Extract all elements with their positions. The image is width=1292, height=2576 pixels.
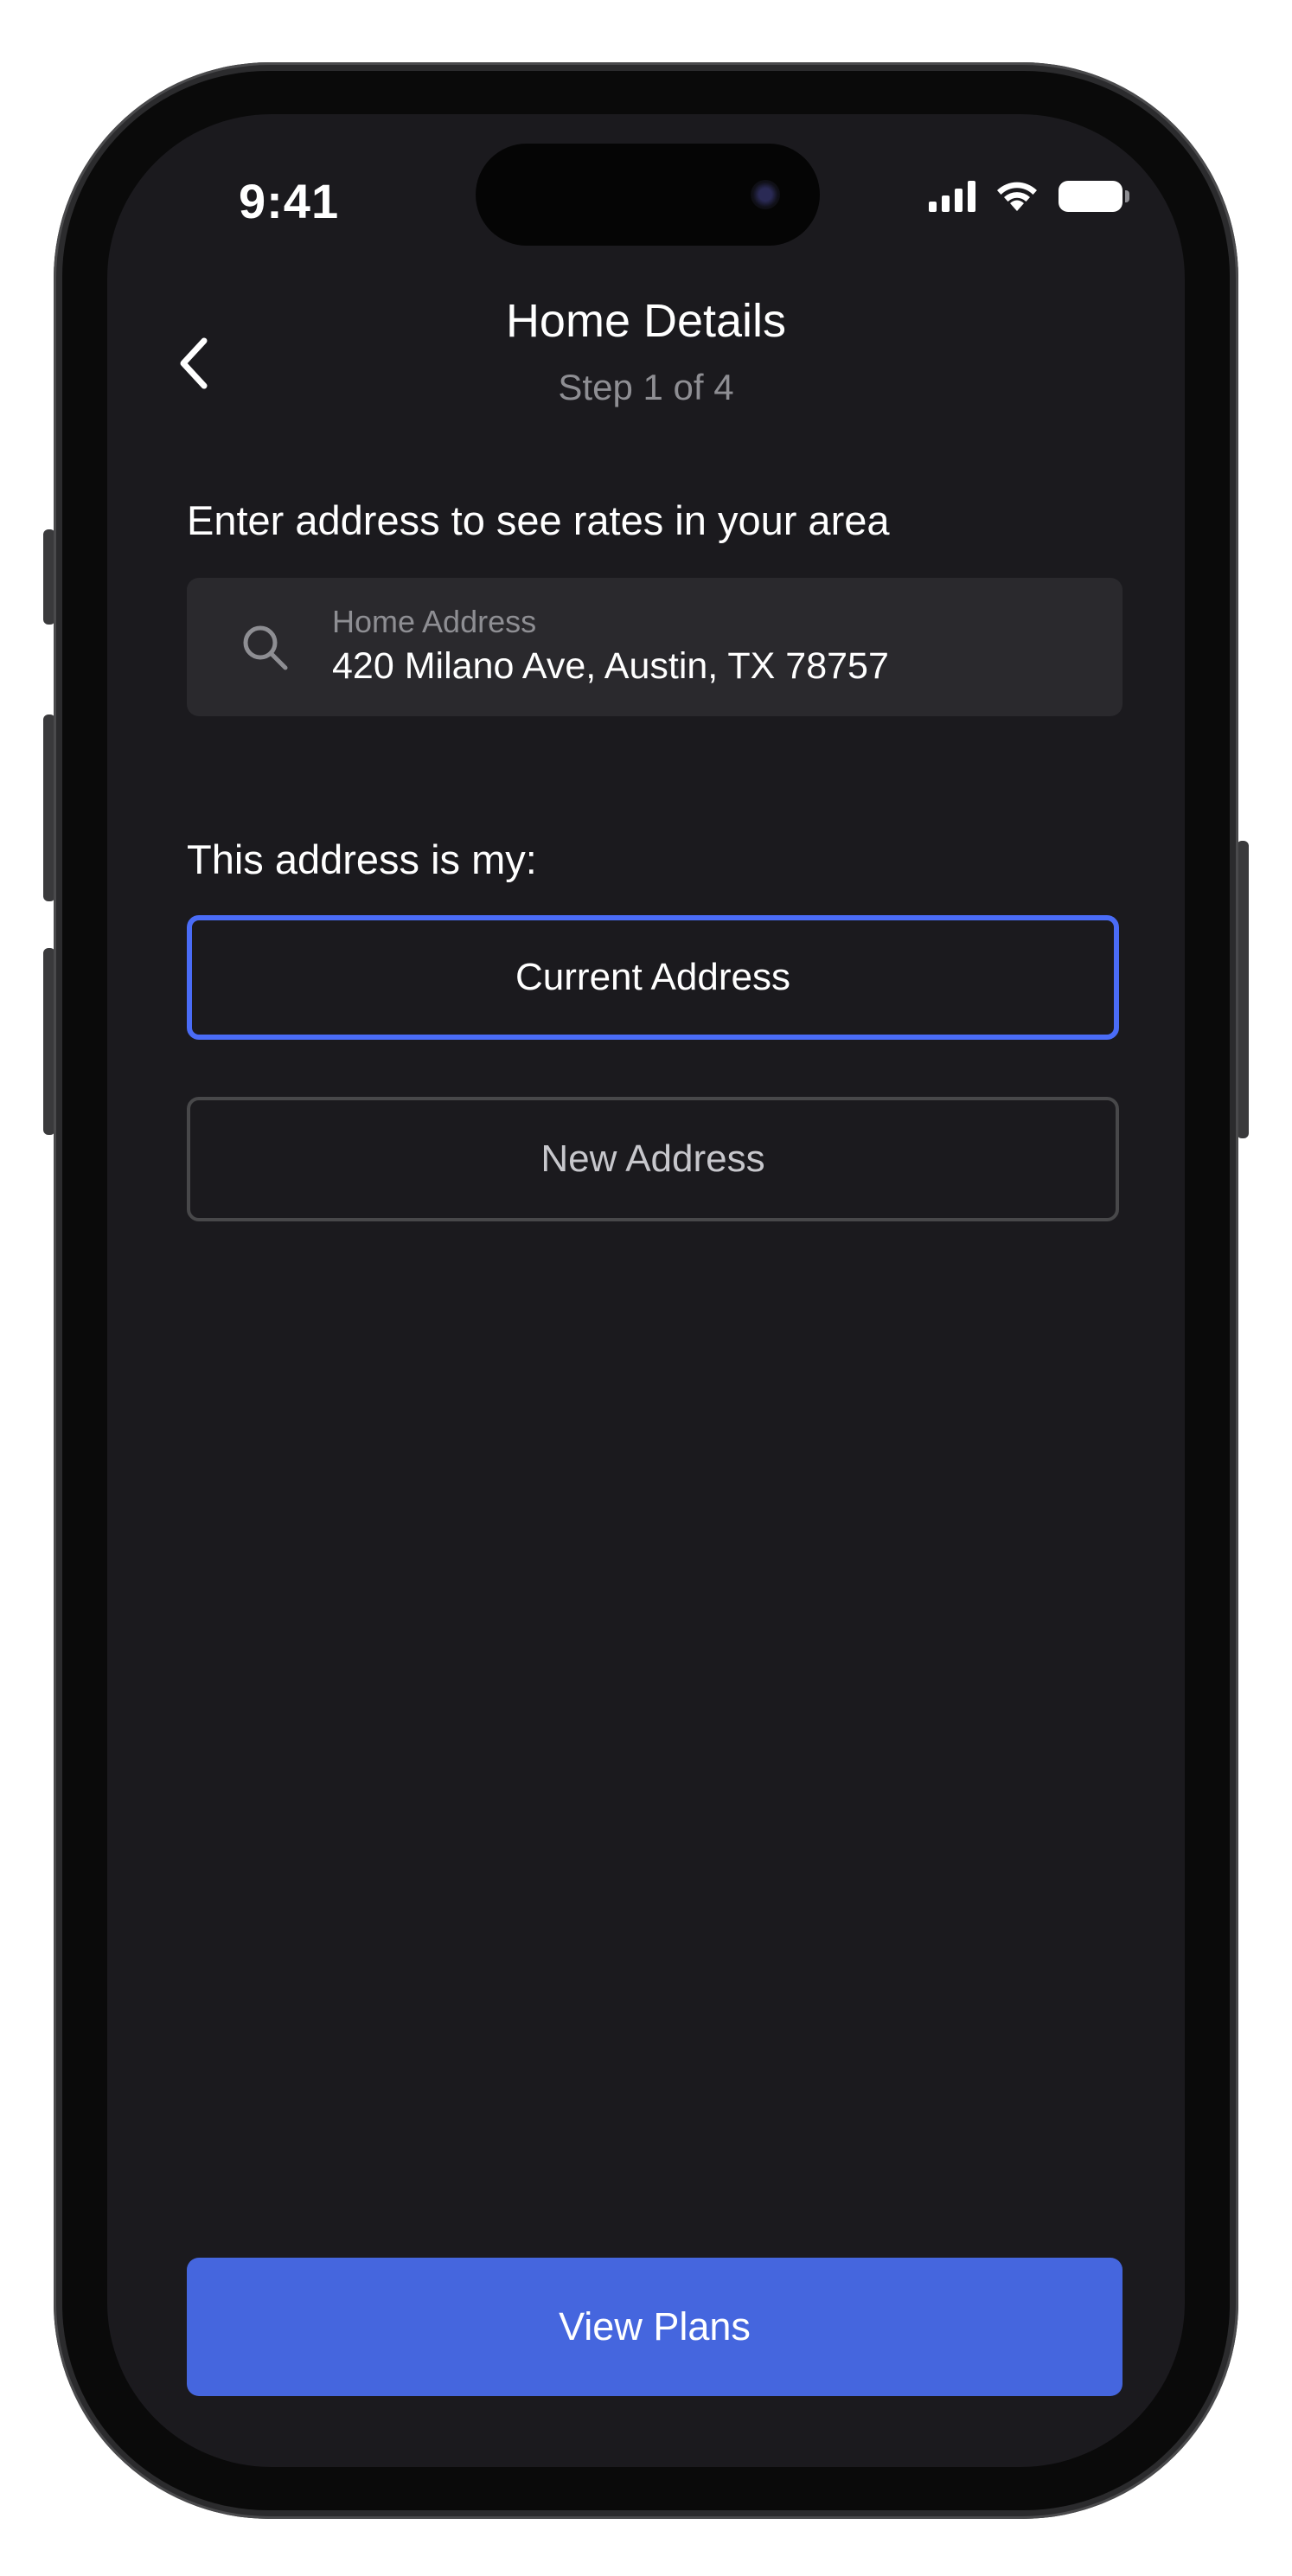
home-address-value[interactable]: 420 Milano Ave, Austin, TX 78757 xyxy=(332,645,889,688)
phone-screen: 9:41 Home Details Step 1 of 4 Enter addr… xyxy=(107,114,1185,2467)
address-type-label: This address is my: xyxy=(187,836,537,882)
home-address-label: Home Address xyxy=(332,604,537,639)
view-plans-button[interactable]: View Plans xyxy=(187,2258,1123,2396)
page-title: Home Details xyxy=(505,295,787,347)
cellular-signal-icon xyxy=(929,181,975,212)
step-indicator: Step 1 of 4 xyxy=(558,367,734,407)
battery-icon xyxy=(1059,181,1129,212)
camera-icon xyxy=(751,180,780,209)
home-address-field[interactable]: Home Address 420 Milano Ave, Austin, TX … xyxy=(187,578,1123,716)
search-icon xyxy=(243,625,288,670)
power-button xyxy=(1237,841,1249,1138)
new-address-button[interactable]: New Address xyxy=(187,1097,1119,1221)
wifi-icon xyxy=(997,182,1037,211)
status-time: 9:41 xyxy=(239,174,340,228)
current-address-button[interactable]: Current Address xyxy=(187,915,1119,1040)
status-icons xyxy=(929,180,1129,213)
address-prompt: Enter address to see rates in your area xyxy=(187,497,890,543)
dynamic-island xyxy=(476,144,820,246)
